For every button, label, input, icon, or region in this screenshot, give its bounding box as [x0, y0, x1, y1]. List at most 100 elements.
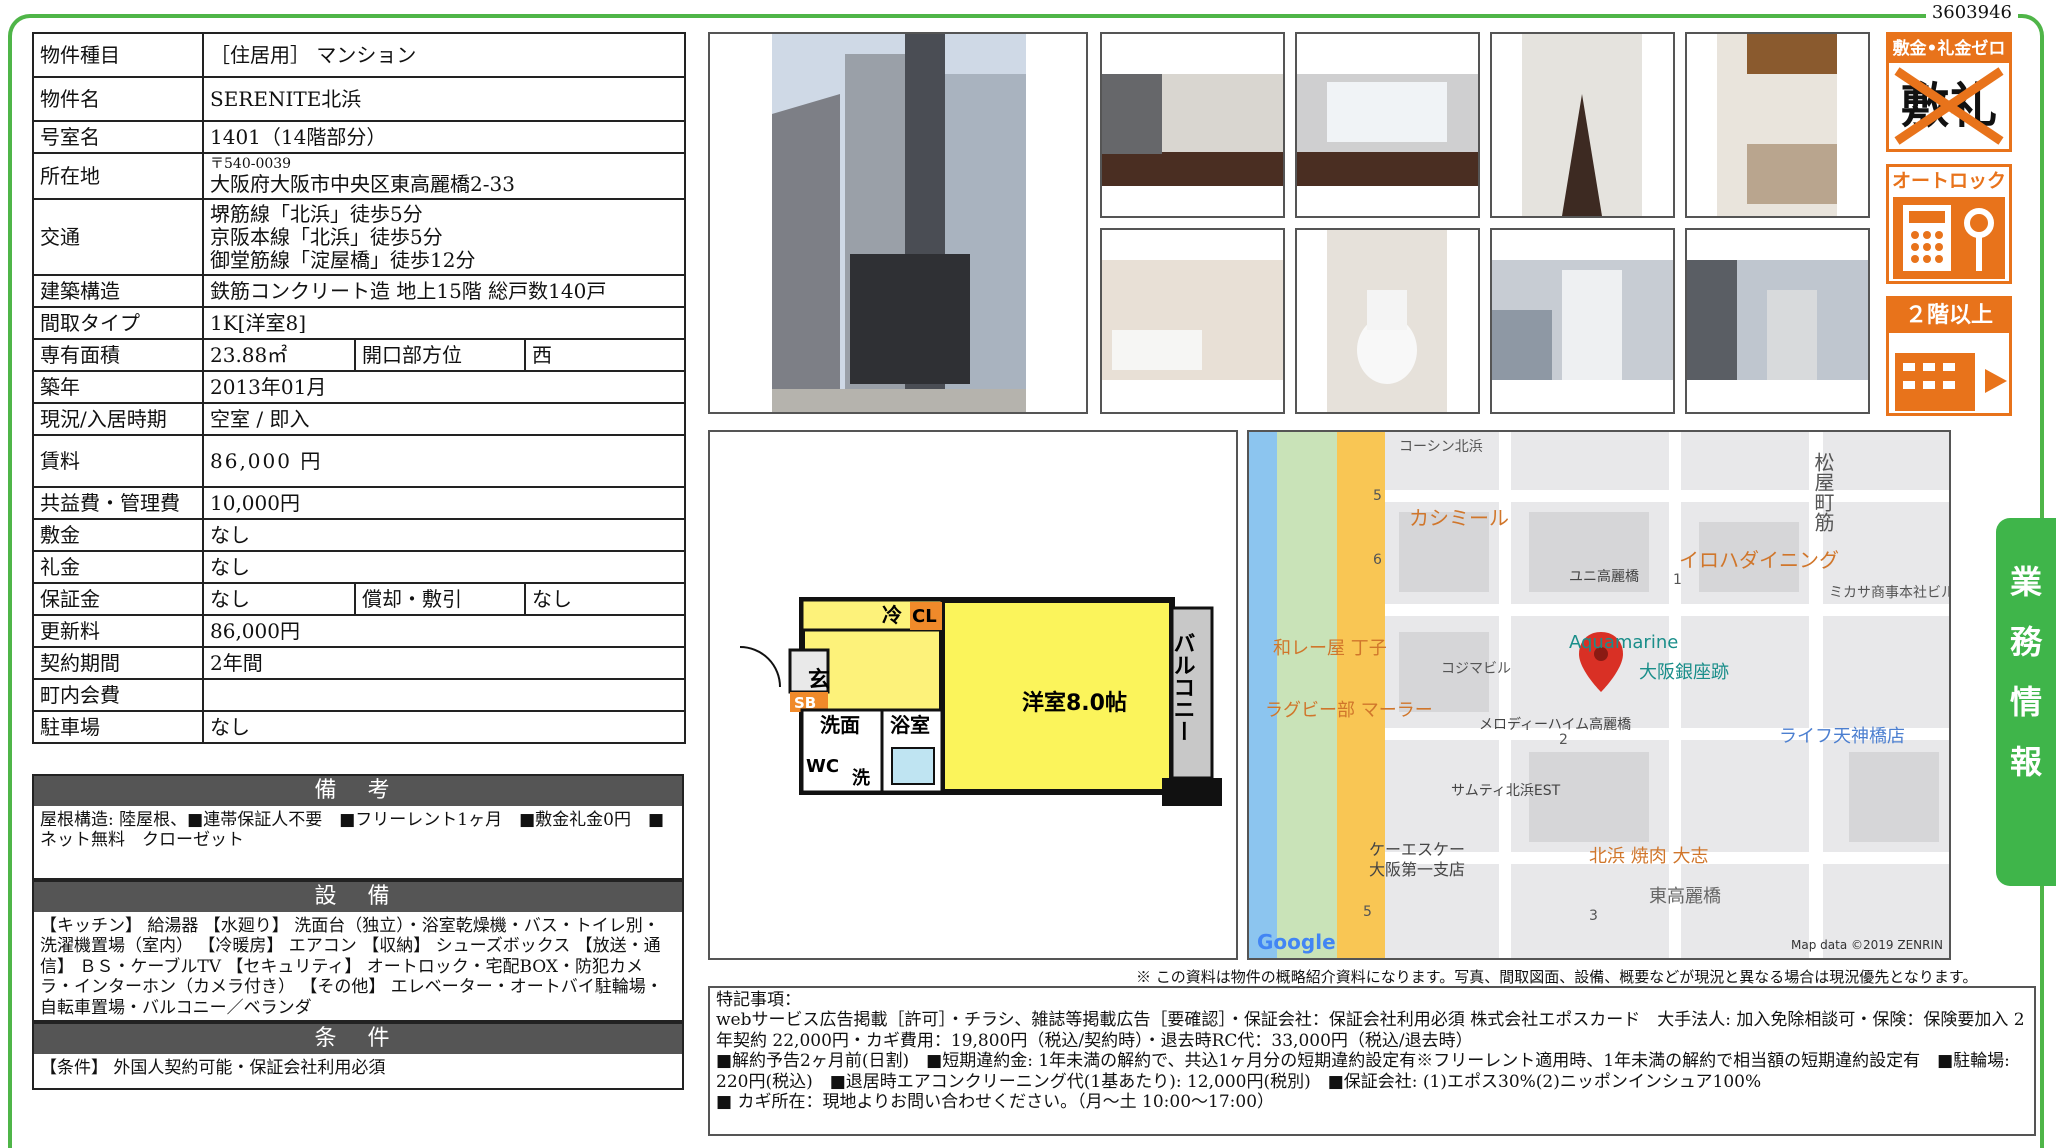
town-fee-label: 町内会費 — [32, 678, 204, 712]
disclaimer-note: ※ この資料は物件の概略紹介資料になります。写真、間取図面、設備、概要などが現況… — [1136, 968, 1978, 986]
deposit-label: 敷金 — [32, 518, 204, 552]
map-base — [1249, 432, 1949, 958]
map-num-6: 5 — [1363, 904, 1372, 920]
structure-value: 鉄筋コンクリート造 地上15階 総戸数140戸 — [202, 274, 686, 308]
parking-label: 駐車場 — [32, 710, 204, 744]
map-label-3: 松屋町筋 — [1811, 452, 1835, 532]
badge-autolock-label: オートロック — [1891, 170, 2006, 192]
area-value: 23.88㎡ — [202, 338, 356, 372]
remarks-title: 備 考 — [34, 776, 682, 806]
deposit-value: なし — [202, 518, 686, 552]
photo-balcony — [1685, 228, 1870, 414]
photo-kitchen — [1685, 32, 1870, 218]
badge-second-floor-label: ２階以上 — [1889, 299, 2009, 333]
term-value: 2年間 — [202, 646, 686, 680]
map-label-5: ユニ高麗橋 — [1569, 569, 1639, 585]
plan-wc: WC — [806, 756, 839, 777]
amortization-label: 償却・敷引 — [354, 582, 526, 616]
status-label: 現況/入居時期 — [32, 402, 204, 436]
room-value: 1401（14階部分） — [202, 120, 686, 154]
badge-autolock: オートロック — [1886, 164, 2012, 284]
name-label: 物件名 — [32, 76, 204, 122]
map-num-4: 2 — [1559, 732, 1568, 748]
map-label-7: 和レー屋 丁子 — [1273, 638, 1387, 659]
layout-value: 1K[洋室8] — [202, 306, 686, 340]
town-fee-value — [202, 678, 686, 712]
amortization-value: なし — [524, 582, 686, 616]
rent-label: 賃料 — [32, 434, 204, 488]
traffic-line-3: 御堂筋線「淀屋橋」徒歩12分 — [210, 247, 476, 272]
equipment-title: 設 備 — [34, 882, 682, 912]
structure-label: 建築構造 — [32, 274, 204, 308]
cross-out-icon — [1894, 67, 2004, 145]
sidetab-char-2: 務 — [2009, 623, 2042, 661]
autolock-icon — [1893, 197, 2005, 279]
building-floor-icon — [1895, 353, 2007, 411]
type-value: ［住居用］ マンション — [202, 32, 686, 78]
plan-sb: SB — [794, 694, 816, 712]
plan-genkan: 玄 — [808, 667, 830, 693]
status-value: 空室 / 即入 — [202, 402, 686, 436]
special-notes-line-3: ■ カギ所在：現地よりお問い合わせください。（月～土 10:00～17:00） — [716, 1091, 1275, 1112]
map-num-3: 1 — [1673, 572, 1682, 588]
photo-balcony-view — [1490, 228, 1675, 414]
map-num-1: 5 — [1373, 488, 1382, 504]
plan-washroom: 洗面 — [820, 713, 860, 737]
keymoney-label: 礼金 — [32, 550, 204, 584]
business-info-tab[interactable]: 業 務 情 報 — [1996, 518, 2056, 886]
traffic-line-1: 堺筋線「北浜」徒歩5分 — [210, 201, 423, 226]
map-num-5: 3 — [1589, 908, 1598, 924]
floor-plan: 玄 SB 冷 CL 洗面 浴室 WC 洗 洋室8.0帖 バルコニー — [708, 430, 1238, 960]
map-credit: Map data ©2019 ZENRIN — [1791, 938, 1943, 952]
photo-toilet — [1295, 228, 1480, 414]
plan-fridge: 冷 — [882, 603, 902, 627]
plan-laundry: 洗 — [852, 767, 870, 789]
address-label: 所在地 — [32, 152, 204, 200]
document-id: 3603946 — [1925, 2, 2018, 23]
traffic-label: 交通 — [32, 198, 204, 276]
photo-room-2 — [1295, 32, 1480, 218]
plan-closet: CL — [912, 606, 937, 627]
guarantee-label: 保証金 — [32, 582, 204, 616]
map-label-11: ラグビー部 マーラー — [1265, 700, 1433, 721]
plan-balcony: バルコニー — [1170, 632, 1195, 742]
plan-bathroom: 浴室 — [890, 713, 930, 737]
photo-hallway — [1490, 32, 1675, 218]
remarks-section: 備 考 屋根構造: 陸屋根、■連帯保証人不要 ■フリーレント1ヶ月 ■敷金礼金0… — [32, 774, 684, 880]
badge-no-deposit: 敷金•礼金ゼロ 敷礼 — [1886, 32, 2012, 152]
map-label-14: サムティ北浜EST — [1451, 783, 1561, 799]
map-label-13: ライフ天神橋店 — [1779, 726, 1905, 747]
special-notes: 特記事項： webサービス広告掲載［許可］・チラシ、雑誌等掲載広告［要確認］・保… — [708, 986, 2036, 1136]
name-value: SERENITE北浜 — [202, 76, 686, 122]
sidetab-char-4: 報 — [2009, 743, 2042, 781]
badge-no-deposit-label: 敷金•礼金ゼロ — [1889, 35, 2009, 63]
layout-label: 間取タイプ — [32, 306, 204, 340]
badge-second-floor: ２階以上 — [1886, 296, 2012, 416]
renewal-label: 更新料 — [32, 614, 204, 648]
special-notes-line-1: webサービス広告掲載［許可］・チラシ、雑誌等掲載広告［要確認］・保証会社：保証… — [716, 1010, 2025, 1051]
type-label: 物件種目 — [32, 32, 204, 78]
equipment-body: 【キッチン】 給湯器 【水廻り】 洗面台（独立）・浴室乾燥機・バス・トイレ別・洗… — [40, 916, 663, 1018]
photo-room-1 — [1100, 32, 1285, 218]
map-num-2: 6 — [1373, 552, 1382, 568]
map-label-10: 大阪銀座跡 — [1639, 662, 1729, 683]
rent-value: 86,000 円 — [202, 434, 686, 488]
renewal-value: 86,000円 — [202, 614, 686, 648]
map-label-12: メロディーハイム高麗橋 — [1479, 717, 1632, 733]
sidetab-char-1: 業 — [2009, 563, 2042, 601]
area-map[interactable]: コーシン北浜 カシミール 松屋町筋 イロハダイニング ユニ高麗橋 ミカサ商事本社… — [1247, 430, 1951, 960]
map-label-9: Aquamarine — [1569, 632, 1679, 653]
conditions-section: 条 件 【条件】 外国人契約可能・保証会社利用必須 — [32, 1022, 684, 1090]
term-label: 契約期間 — [32, 646, 204, 680]
map-label-18: 東高麗橋 — [1649, 886, 1721, 907]
address-cell: 〒540-0039 大阪府大阪市中央区東高麗橋2-33 — [202, 152, 686, 200]
traffic-line-2: 京阪本線「北浜」徒歩5分 — [210, 224, 443, 249]
direction-value: 西 — [524, 338, 686, 372]
sidetab-char-3: 情 — [2009, 683, 2042, 721]
google-logo: Google — [1257, 930, 1336, 954]
built-value: 2013年01月 — [202, 370, 686, 404]
address-value: 大阪府大阪市中央区東高麗橋2-33 — [210, 171, 515, 196]
map-label-1: コーシン北浜 — [1399, 439, 1483, 455]
map-label-6: ミカサ商事本社ビル — [1829, 585, 1951, 601]
special-notes-line-2: ■解約予告2ヶ月前(日割) ■短期違約金: 1年未満の解約で、共込1ヶ月分の短期… — [716, 1051, 2010, 1092]
